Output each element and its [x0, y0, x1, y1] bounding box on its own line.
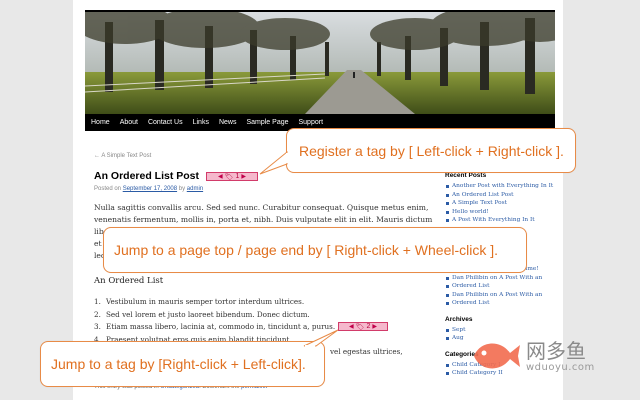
ordered-list-heading: An Ordered List: [94, 276, 164, 286]
meta-by: by: [178, 186, 186, 192]
jump-page-callout-text: Jump to a page top / page end by [ Right…: [114, 242, 499, 258]
jump-tag-callout-pointer: [303, 329, 339, 347]
list-item: 2. Sed vel lorem et justo laoreet bibendu…: [94, 309, 434, 322]
register-tag-callout-text: Register a tag by [ Left-click + Right-c…: [299, 142, 564, 159]
jump-tag-callout-text: Jump to a tag by [Right-click + Left-cli…: [51, 356, 306, 372]
recent-comment-link[interactable]: Ordered List: [445, 282, 557, 291]
list-number: 3.: [94, 322, 101, 331]
archives-heading: Archives: [445, 315, 473, 323]
header-image: [85, 12, 555, 114]
nav-item-sample-page[interactable]: Sample Page: [246, 119, 288, 126]
recent-posts-heading: Recent Posts: [445, 172, 487, 179]
recent-post-link[interactable]: Another Post with Everything In It: [445, 182, 557, 191]
meta-date-link[interactable]: September 17, 2008: [123, 186, 177, 192]
recent-post-link[interactable]: A Post With Everything In It: [445, 216, 557, 225]
nav-item-contact-us[interactable]: Contact Us: [148, 119, 183, 126]
nav-item-about[interactable]: About: [120, 119, 138, 126]
register-callout-pointer: [259, 150, 288, 175]
post-meta: Posted on September 17, 2008 by admin: [94, 186, 203, 192]
nav-item-support[interactable]: Support: [299, 119, 324, 126]
watermark-chinese-text: 网多鱼: [526, 338, 586, 363]
nav-item-news[interactable]: News: [219, 119, 237, 126]
jump-page-callout: Jump to a page top / page end by [ Right…: [103, 227, 527, 273]
previous-post-link[interactable]: ← A Simple Text Post: [94, 153, 151, 159]
tag-number: 2: [366, 323, 371, 330]
meta-prefix: Posted on: [94, 186, 122, 192]
list-text: vel egestas ultrices,: [330, 347, 403, 356]
recent-post-link[interactable]: Hello world!: [445, 208, 557, 217]
tag-icon: 🏷: [224, 173, 234, 181]
jump-tag-callout: Jump to a tag by [Right-click + Left-cli…: [40, 341, 325, 387]
tag-left-arrow-icon: ◀: [217, 174, 223, 180]
tag-marker-1[interactable]: ◀ 🏷 1 ▶: [206, 172, 258, 181]
tag-number: 1: [235, 173, 240, 180]
list-text: Vestibulum in mauris semper tortor inter…: [106, 297, 305, 306]
fish-logo-icon: [474, 343, 520, 369]
tag-marker-2[interactable]: ◀ 🏷 2 ▶: [338, 322, 388, 331]
site-watermark: 网多鱼 wduoyu.com: [470, 332, 620, 380]
list-number: 2.: [94, 309, 101, 319]
tag-left-arrow-icon: ◀: [348, 324, 354, 330]
post-title: An Ordered List Post: [94, 170, 200, 182]
watermark-url: wduoyu.com: [526, 361, 595, 373]
recent-comment-link[interactable]: Dan Philibin on A Post With an: [445, 291, 557, 300]
register-tag-callout: Register a tag by [ Left-click + Right-c…: [286, 128, 576, 173]
tag-right-arrow-icon: ▶: [372, 324, 378, 330]
meta-author-link[interactable]: admin: [187, 186, 203, 192]
recent-post-link[interactable]: An Ordered List Post: [445, 191, 557, 200]
tag-icon: 🏷: [355, 323, 365, 331]
tag-right-arrow-icon: ▶: [241, 174, 247, 180]
list-number: 1.: [94, 297, 101, 306]
list-text: Sed vel lorem et justo laoreet bibendum.…: [106, 309, 310, 319]
list-item: 1. Vestibulum in mauris semper tortor int…: [94, 296, 434, 309]
recent-post-link[interactable]: A Simple Text Post: [445, 199, 557, 208]
recent-comment-link[interactable]: Ordered List: [445, 299, 557, 308]
nav-item-links[interactable]: Links: [193, 119, 209, 126]
nav-item-home[interactable]: Home: [91, 119, 110, 126]
recent-comment-link[interactable]: Dan Philibin on A Post With an: [445, 274, 557, 283]
